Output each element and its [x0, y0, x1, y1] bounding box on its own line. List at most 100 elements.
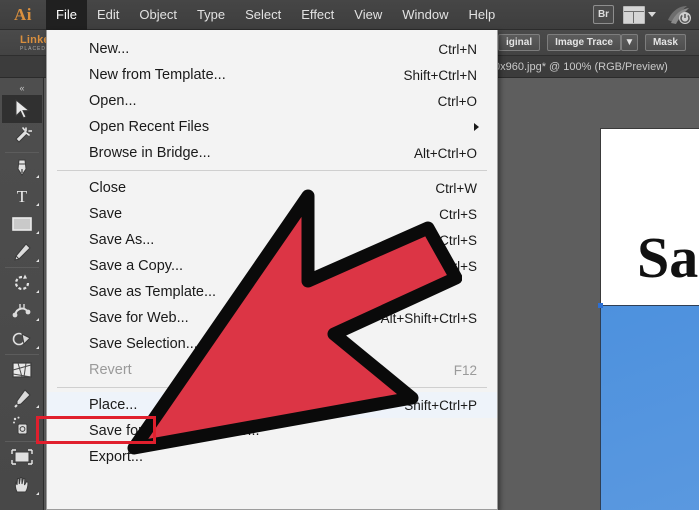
- tool-group-indicator-icon: [35, 346, 39, 349]
- embed-original-button[interactable]: iginal: [498, 34, 541, 51]
- menubar-item-edit[interactable]: Edit: [87, 0, 129, 30]
- menu-item-shortcut: Ctrl+N: [438, 41, 477, 57]
- tool-group-indicator-icon: [35, 290, 39, 293]
- tool-group-indicator-icon: [35, 318, 39, 321]
- menu-item-shortcut: Shift+Ctrl+S: [404, 232, 477, 248]
- tool-group-indicator-icon: [35, 492, 39, 495]
- menu-separator: [57, 387, 487, 388]
- menu-item-revert: Revert F12: [47, 357, 497, 383]
- selection-tool[interactable]: [1, 95, 42, 123]
- menu-item-shortcut: Shift+Ctrl+N: [403, 67, 477, 83]
- collapse-panel-icon[interactable]: «: [0, 80, 44, 95]
- menu-item-label: Close: [89, 180, 127, 196]
- pen-tool[interactable]: [2, 154, 42, 182]
- toolbar-divider: [4, 152, 39, 153]
- tool-group-indicator-icon: [35, 259, 39, 262]
- menu-item-save-as-template[interactable]: Save as Template...: [47, 279, 497, 305]
- menubar-item-type[interactable]: Type: [187, 0, 235, 30]
- file-menu-items: New... Ctrl+N New from Template... Shift+Ct…: [47, 36, 497, 470]
- file-menu-dropdown[interactable]: New... Ctrl+N New from Template... Shift+Ct…: [46, 30, 498, 510]
- menu-item-shortcut: Alt+Ctrl+O: [413, 145, 477, 161]
- document-title: 0x960.jpg* @ 100% (RGB/Preview): [494, 60, 668, 73]
- symbol-sprayer-tool[interactable]: [2, 412, 42, 440]
- menu-item-label: Export...: [89, 449, 143, 465]
- bridge-button[interactable]: Br: [593, 5, 614, 24]
- menu-item-save-as[interactable]: Save As... Shift+Ctrl+S: [47, 227, 497, 253]
- menu-item-shortcut: Alt+Shift+Ctrl+S: [380, 310, 477, 326]
- menu-item-shortcut: Ctrl+W: [435, 180, 477, 196]
- tool-group-indicator-icon: [35, 231, 39, 234]
- menu-item-place[interactable]: Place... Shift+Ctrl+P: [47, 392, 497, 418]
- menu-bar-right-controls: Br: [593, 4, 699, 26]
- menu-item-browse-in-bridge[interactable]: Browse in Bridge... Alt+Ctrl+O: [47, 140, 497, 166]
- menubar-item-effect[interactable]: Effect: [291, 0, 344, 30]
- svg-text:T: T: [16, 187, 27, 206]
- menu-item-open[interactable]: Open... Ctrl+O: [47, 88, 497, 114]
- mask-button[interactable]: Mask: [644, 34, 686, 51]
- anchor-point[interactable]: [598, 303, 603, 308]
- tool-group-indicator-icon: [35, 433, 39, 436]
- menu-item-shortcut: Alt+Ctrl+S: [415, 258, 477, 274]
- tool-group-indicator-icon: [35, 175, 39, 178]
- menu-item-save-for-web[interactable]: Save for Web... Alt+Shift+Ctrl+S: [47, 305, 497, 331]
- type-tool[interactable]: T: [2, 182, 42, 210]
- toolbar-divider: [4, 267, 39, 268]
- eyedropper-tool[interactable]: [2, 384, 42, 412]
- menu-item-label: Open Recent Files: [89, 119, 210, 135]
- menu-item-new-from-template[interactable]: New from Template... Shift+Ctrl+N: [47, 62, 497, 88]
- menu-item-label: Save a Copy...: [89, 258, 184, 274]
- illustrator-logo: Ai: [14, 4, 32, 24]
- control-bar-buttons: iginal Image Trace ▼ Mask: [498, 34, 686, 51]
- menu-item-label: Save as Template...: [89, 284, 217, 300]
- chevron-down-icon[interactable]: [648, 12, 656, 17]
- menu-item-label: Browse in Bridge...: [89, 145, 211, 161]
- menu-item-shortcut: Ctrl+O: [437, 93, 477, 109]
- layout-switcher-icon[interactable]: [623, 5, 645, 24]
- menu-item-label: Save for Microsoft Office...: [89, 423, 260, 439]
- image-trace-preset-chevron-down-icon[interactable]: ▼: [620, 34, 638, 51]
- magic-wand-tool[interactable]: [2, 123, 42, 151]
- artboard-tool[interactable]: [2, 443, 42, 471]
- menu-item-save-for-microsoft-office[interactable]: Save for Microsoft Office...: [47, 418, 497, 444]
- menu-item-shortcut: Ctrl+S: [439, 206, 477, 222]
- rotate-tool[interactable]: [2, 269, 42, 297]
- menubar-item-window[interactable]: Window: [392, 0, 458, 30]
- menu-item-save-a-copy[interactable]: Save a Copy... Alt+Ctrl+S: [47, 253, 497, 279]
- menu-item-label: Save: [89, 206, 123, 222]
- menu-item-close[interactable]: Close Ctrl+W: [47, 175, 497, 201]
- creative-cloud-power-icon[interactable]: [665, 4, 693, 26]
- menu-separator: [57, 170, 487, 171]
- menu-item-label: Revert: [89, 362, 132, 378]
- blue-rectangle-object[interactable]: [598, 303, 699, 510]
- menu-item-save-selection[interactable]: Save Selection...: [47, 331, 497, 357]
- tool-group-indicator-icon: [35, 203, 39, 206]
- menu-item-export[interactable]: Export...: [47, 444, 497, 470]
- menu-items: File Edit Object Type Select Effect View Window…: [46, 0, 505, 30]
- warp-tool[interactable]: [2, 297, 42, 325]
- rectangle-tool[interactable]: [2, 210, 42, 238]
- shape-builder-tool[interactable]: [2, 325, 42, 353]
- menu-bar: Ai File Edit Object Type Select Effect View Win…: [0, 0, 699, 30]
- menubar-item-view[interactable]: View: [344, 0, 392, 30]
- submenu-chevron-right-icon: [474, 123, 479, 131]
- tool-list: T: [1, 95, 42, 499]
- menu-item-save[interactable]: Save Ctrl+S: [47, 201, 497, 227]
- menu-item-label: Save As...: [89, 232, 155, 248]
- menubar-item-help[interactable]: Help: [458, 0, 505, 30]
- image-trace-button[interactable]: Image Trace: [547, 34, 621, 51]
- menu-item-label: Save Selection...: [89, 336, 198, 352]
- menu-item-shortcut: Shift+Ctrl+P: [404, 397, 477, 413]
- tools-panel: « T: [0, 78, 44, 510]
- menu-item-open-recent-files[interactable]: Open Recent Files: [47, 114, 497, 140]
- menubar-item-select[interactable]: Select: [235, 0, 291, 30]
- menu-item-label: New...: [89, 41, 130, 57]
- toolbar-divider: [4, 441, 39, 442]
- menu-item-new[interactable]: New... Ctrl+N: [47, 36, 497, 62]
- menu-item-shortcut: F12: [453, 362, 477, 378]
- menubar-item-object[interactable]: Object: [129, 0, 187, 30]
- menu-item-label: Place...: [89, 397, 138, 413]
- menubar-item-file[interactable]: File: [46, 0, 87, 30]
- hand-tool[interactable]: [2, 471, 42, 499]
- perspective-grid-tool[interactable]: [2, 356, 42, 384]
- pencil-tool[interactable]: [2, 238, 42, 266]
